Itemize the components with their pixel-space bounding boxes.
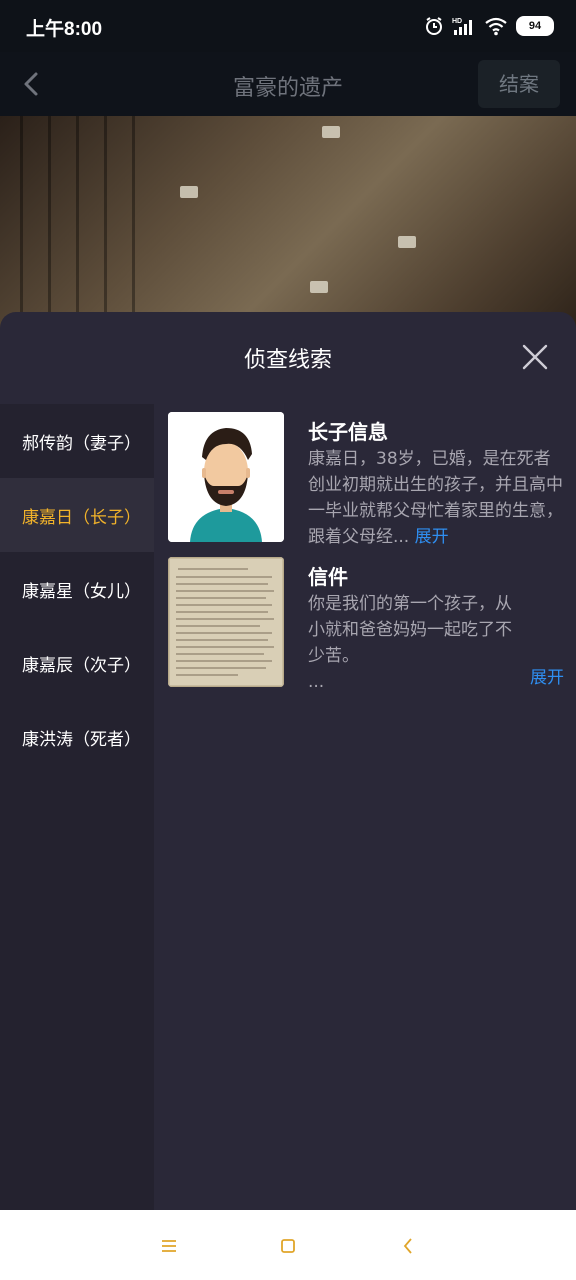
system-nav-bar	[0, 1210, 576, 1280]
sidebar-item-daughter[interactable]: 康嘉星（女儿）	[0, 552, 154, 626]
svg-text:HD: HD	[452, 18, 462, 25]
battery-icon: 94	[516, 16, 554, 36]
top-nav: 富豪的遗产 结案	[0, 52, 576, 116]
sidebar-item-second-son[interactable]: 康嘉辰（次子）	[0, 626, 154, 700]
close-button[interactable]	[520, 342, 550, 372]
expand-link[interactable]: 展开	[415, 527, 449, 547]
letter-icon	[168, 557, 284, 687]
clue-title: 信件	[308, 565, 348, 589]
close-case-button[interactable]: 结案	[478, 60, 560, 108]
hd-signal-icon: HD	[452, 18, 472, 35]
menu-icon	[162, 1240, 176, 1252]
sidebar-item-wife[interactable]: 郝传韵（妻子）	[0, 404, 154, 478]
close-icon	[522, 344, 548, 370]
clue-card[interactable]: 长子信息 康嘉日，38岁，已婚，是在死者创业初期就出生的孩子，并且高中一毕业就帮…	[168, 412, 566, 548]
expand-link[interactable]: 展开	[530, 663, 564, 688]
back-nav-button[interactable]	[396, 1234, 420, 1258]
home-button[interactable]	[276, 1234, 300, 1258]
home-icon	[281, 1239, 295, 1253]
alarm-icon	[426, 17, 442, 35]
back-icon	[403, 1238, 412, 1254]
letter-image	[168, 557, 284, 687]
character-sidebar: 郝传韵（妻子） 康嘉日（长子） 康嘉星（女儿） 康嘉辰（次子） 康洪涛（死者）	[0, 404, 154, 1210]
status-time: 上午8:00	[26, 19, 103, 40]
sheet-title: 侦查线索	[243, 348, 332, 373]
man-avatar-icon	[168, 412, 284, 542]
wifi-icon	[485, 17, 507, 36]
status-icons: HD 94	[424, 14, 554, 38]
clue-text: 康嘉日，38岁，已婚，是在死者创业初期就出生的孩子，并且高中一毕业就帮父母忙着家…	[308, 446, 566, 550]
sidebar-item-eldest-son[interactable]: 康嘉日（长子）	[0, 478, 154, 552]
clue-sheet: 侦查线索 郝传韵（妻子） 康嘉日（长子） 康嘉星（女儿） 康嘉辰（次子） 康洪涛…	[0, 312, 576, 1210]
menu-button[interactable]	[157, 1234, 181, 1258]
clue-title: 长子信息	[308, 420, 388, 444]
clue-text: 你是我们的第一个孩子，从小就和爸爸妈妈一起吃了不少苦。 ...	[308, 594, 512, 692]
clue-list: 长子信息 康嘉日，38岁，已婚，是在死者创业初期就出生的孩子，并且高中一毕业就帮…	[154, 404, 576, 1210]
status-bar: 上午8:00 HD 94	[0, 0, 576, 52]
avatar-image	[168, 412, 284, 542]
clue-card[interactable]: 信件 你是我们的第一个孩子，从小就和爸爸妈妈一起吃了不少苦。 ... 展开	[168, 557, 566, 697]
sidebar-item-deceased[interactable]: 康洪涛（死者）	[0, 700, 154, 774]
